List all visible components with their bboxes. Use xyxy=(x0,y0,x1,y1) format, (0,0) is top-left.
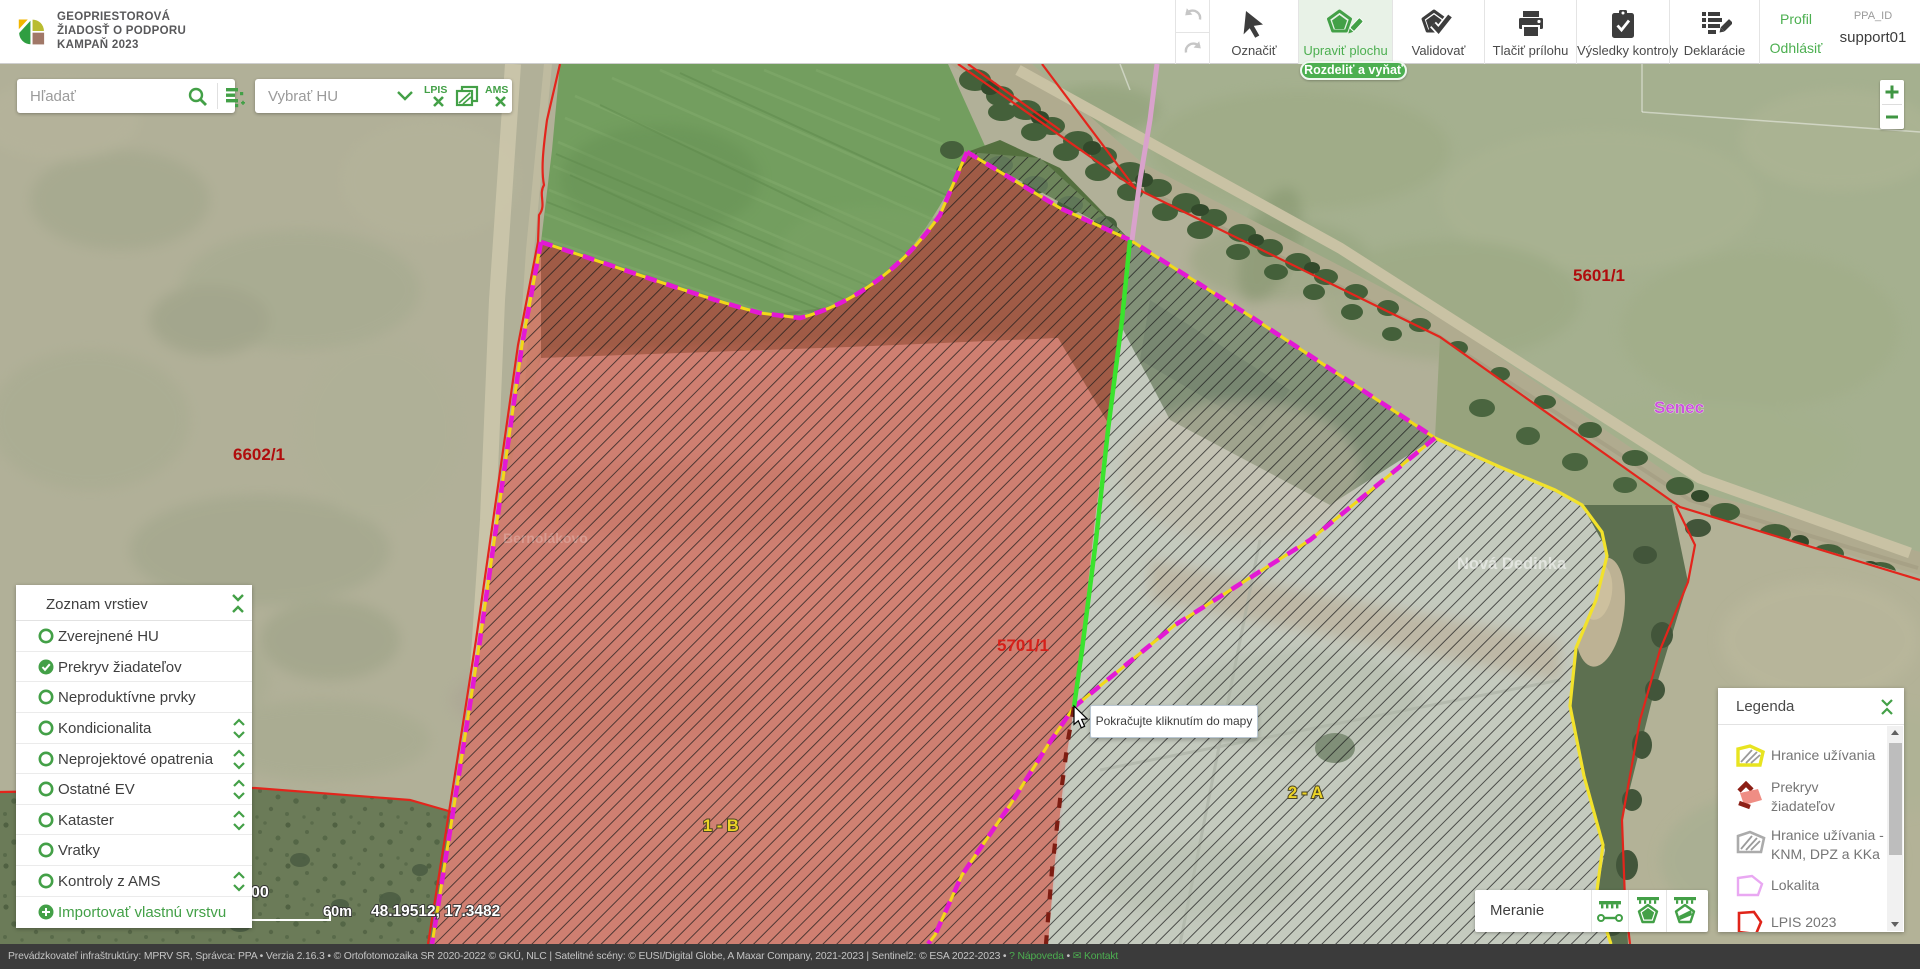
svg-text:00: 00 xyxy=(251,884,269,901)
svg-text:AMS: AMS xyxy=(485,84,508,96)
svg-text:Bernolákovo: Bernolákovo xyxy=(503,530,588,546)
svg-text:LPIS: LPIS xyxy=(424,84,447,96)
svg-text:5601/1: 5601/1 xyxy=(1573,266,1625,285)
svg-text:Nová Dedinka: Nová Dedinka xyxy=(1457,555,1567,573)
svg-text:1 - B: 1 - B xyxy=(703,817,739,835)
svg-text:5701/1: 5701/1 xyxy=(997,636,1049,655)
svg-text:6602/1: 6602/1 xyxy=(233,445,285,464)
svg-text:2 - A: 2 - A xyxy=(1288,784,1323,802)
svg-text:Senec: Senec xyxy=(1654,398,1704,417)
svg-text:60m: 60m xyxy=(323,904,352,920)
svg-text:48.19512, 17.3482: 48.19512, 17.3482 xyxy=(371,903,500,920)
